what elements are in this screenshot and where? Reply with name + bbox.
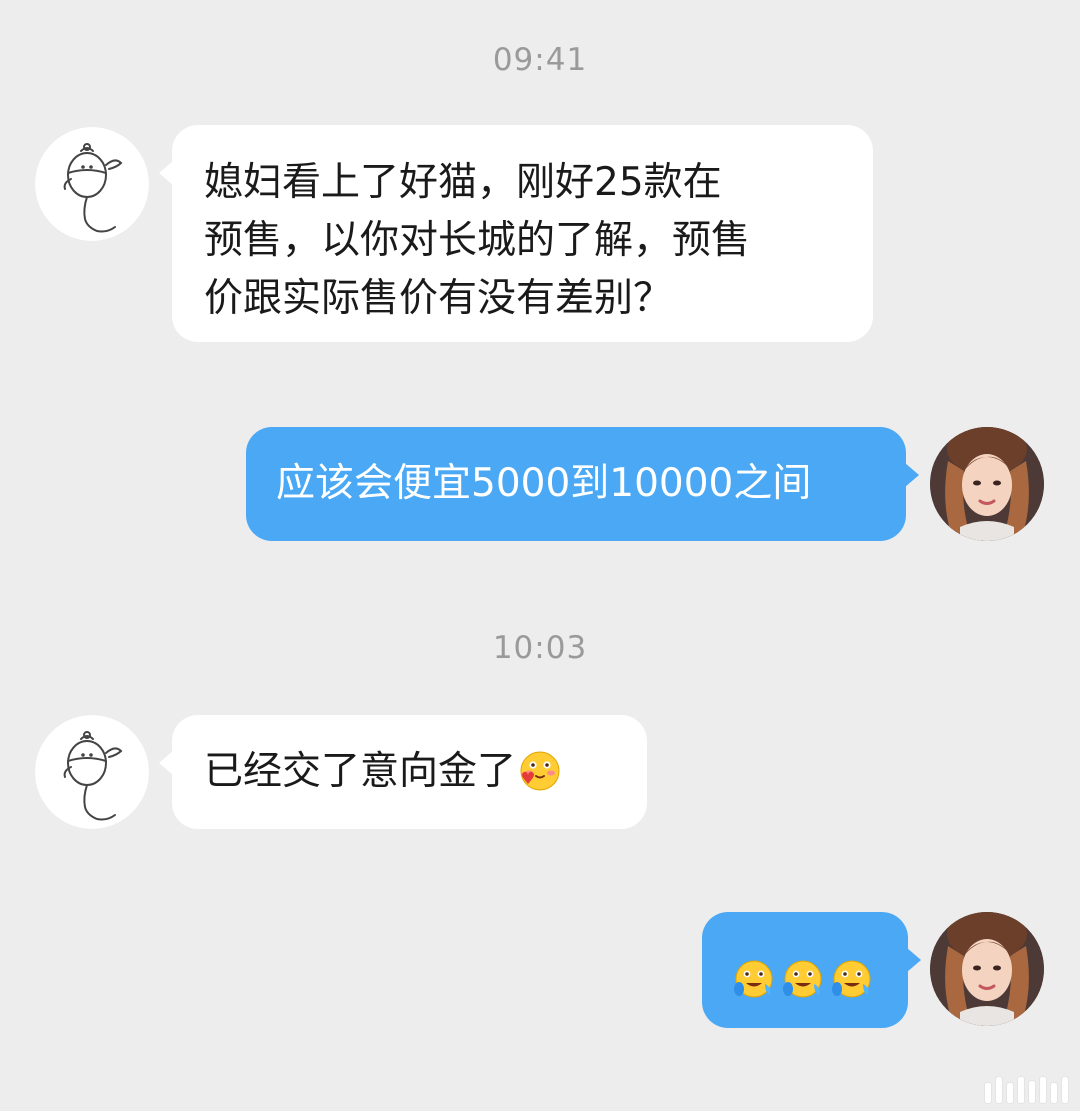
my-avatar[interactable]	[930, 427, 1044, 541]
message-text: 已经交了意向金了	[204, 749, 517, 794]
message-timestamp: 10:03	[492, 630, 588, 666]
outgoing-message-bubble[interactable]: 应该会便宜5000到10000之间	[246, 427, 919, 541]
sketch-pet-icon	[35, 127, 149, 241]
my-avatar[interactable]	[930, 912, 1044, 1026]
watermark-bars	[985, 1077, 1068, 1103]
shy-love-emoji-icon	[520, 750, 561, 791]
woman-photo-icon	[930, 427, 1044, 541]
message-text: 应该会便宜5000到10000之间	[276, 461, 812, 506]
contact-avatar[interactable]	[35, 715, 149, 829]
incoming-message-bubble[interactable]: 已经交了意向金了	[159, 715, 647, 829]
woman-photo-icon	[930, 912, 1044, 1026]
contact-avatar[interactable]	[35, 127, 149, 241]
crying-laugh-emoji-icon	[782, 960, 822, 997]
outgoing-message-bubble[interactable]	[702, 912, 921, 1028]
message-timestamp: 09:41	[492, 42, 588, 78]
crying-laugh-emoji-icon	[733, 960, 773, 997]
incoming-message-bubble[interactable]: 媳妇看上了好猫，刚好25款在 预售，以你对长城的了解，预售 价跟实际售价有没有差…	[159, 125, 873, 342]
message-text: 媳妇看上了好猫，刚好25款在 预售，以你对长城的了解，预售 价跟实际售价有没有差…	[204, 160, 751, 321]
crying-laugh-emoji-icon	[831, 960, 871, 997]
sketch-pet-icon	[35, 715, 149, 829]
